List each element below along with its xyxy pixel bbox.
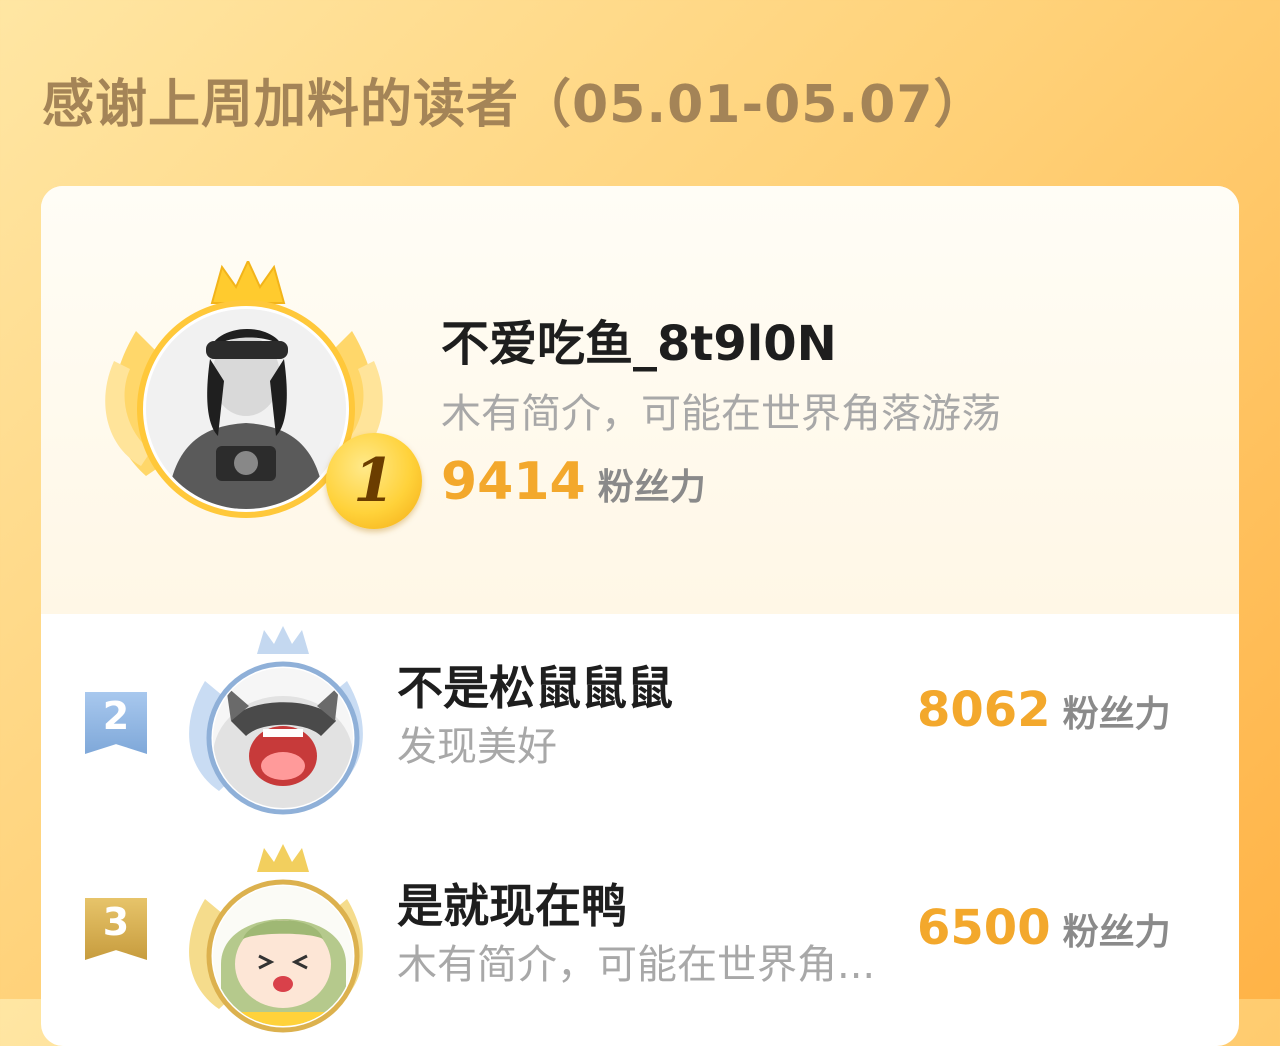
rank-2-score-value: 8062 [917,682,1051,738]
rank-2-username[interactable]: 不是松鼠鼠鼠 [397,652,673,718]
rank-1-coin-badge: 1 [326,433,422,529]
rank-2-fan-power: 8062 粉丝力 [917,682,1171,738]
rank-3-bio: 木有简介，可能在世界角... [397,942,876,988]
rank-1-score-value: 9414 [441,452,586,512]
rank-1-fan-power: 9414 粉丝力 [441,452,706,512]
rank-3-fan-power: 6500 粉丝力 [917,900,1171,956]
leaderboard-top-entry[interactable]: 1 不爱吃鱼_8t9l0N 木有简介，可能在世界角落游荡 9414 粉丝力 [41,186,1239,614]
leaderboard-row[interactable]: 2 不是松鼠鼠鼠 发现美好 8062 粉丝力 [41,622,1239,822]
rank-2-score-unit: 粉丝力 [1062,694,1171,735]
rank-3-score-unit: 粉丝力 [1062,912,1171,953]
rank-3-avatar[interactable] [171,844,381,1044]
rank-3-username[interactable]: 是就现在鸭 [397,870,627,936]
silver-wings-crown-icon [189,626,363,815]
page-title: 感谢上周加料的读者（05.01-05.07） [42,75,987,135]
leaderboard-card: 1 不爱吃鱼_8t9l0N 木有简介，可能在世界角落游荡 9414 粉丝力 2 [41,186,1239,1046]
rank-1-score-unit: 粉丝力 [597,467,706,508]
rank-3-score-value: 6500 [917,900,1051,956]
leaderboard-row[interactable]: 3 是就现在鸭 木有简介，可能在世界角... 6500 粉丝力 [41,840,1239,1040]
rank-3-flag-badge: 3 [85,898,147,960]
rank-2-flag-badge: 2 [85,692,147,754]
rank-2-bio: 发现美好 [397,724,557,770]
rank-1-avatar-badge[interactable]: 1 [96,261,422,541]
rank-1-username[interactable]: 不爱吃鱼_8t9l0N [441,304,837,374]
bronze-wings-crown-icon [189,844,363,1033]
rank-2-avatar[interactable] [171,626,381,826]
rank-1-bio: 木有简介，可能在世界角落游荡 [441,391,1001,437]
